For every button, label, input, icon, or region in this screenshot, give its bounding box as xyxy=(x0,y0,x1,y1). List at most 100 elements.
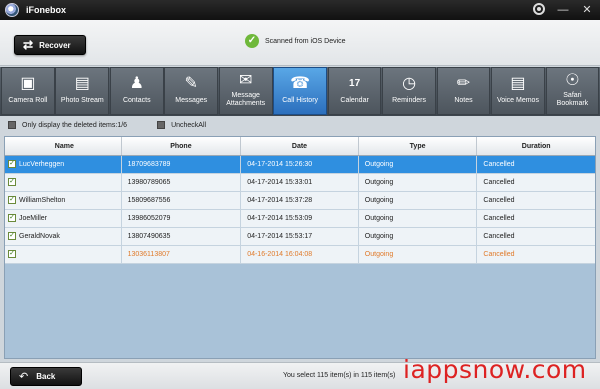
phone-cell: 15809687556 xyxy=(122,192,242,209)
table-row[interactable]: ✓ LucVerheggen 18709683789 04-17-2014 15:… xyxy=(5,156,595,174)
table-row[interactable]: ✓ 13980789065 04-17-2014 15:33:01 Outgoi… xyxy=(5,174,595,192)
row-checkbox[interactable]: ✓ xyxy=(8,178,16,187)
tab-calendar[interactable]: 17 Calendar xyxy=(327,67,382,115)
phone-cell: 18709683789 xyxy=(122,156,242,173)
recover-icon: ⇄ xyxy=(23,38,34,52)
app-window: iFonebox — ✕ ⇄ Recover ✓ Scanned from iO… xyxy=(0,0,600,389)
row-checkbox[interactable]: ✓ xyxy=(8,160,16,169)
row-checkbox[interactable]: ✓ xyxy=(8,232,16,241)
type-cell: Outgoing xyxy=(359,192,478,209)
message-icon: ✎ xyxy=(184,75,198,92)
settings-button[interactable] xyxy=(532,3,546,17)
calendar-icon: 17 xyxy=(349,78,361,89)
date-cell: 04-17-2014 15:53:17 xyxy=(241,228,359,245)
duration-cell: Cancelled xyxy=(483,215,515,222)
voice-memo-icon: ▤ xyxy=(510,75,526,92)
check-icon: ✓ xyxy=(245,34,259,48)
name-cell: ✓ xyxy=(5,246,122,263)
type-cell: Outgoing xyxy=(359,156,478,173)
column-header-phone[interactable]: Phone xyxy=(122,137,242,155)
header: ⇄ Recover ✓ Scanned from iOS Device xyxy=(0,20,600,66)
uncheck-all-label: UncheckAll xyxy=(171,121,207,129)
minimize-button[interactable]: — xyxy=(556,3,570,17)
tab-reminders[interactable]: ◷ Reminders xyxy=(382,67,436,115)
tab-contacts[interactable]: ♟ Contacts xyxy=(109,67,164,115)
back-arrow-icon: ↶ xyxy=(19,371,29,383)
tab-label: Photo Stream xyxy=(60,97,104,104)
table-row[interactable]: ✓ WilliamShelton 15809687556 04-17-2014 1… xyxy=(5,192,595,210)
close-button[interactable]: ✕ xyxy=(580,3,594,17)
phone-icon: ☎ xyxy=(290,75,311,92)
attachment-icon: ✉ xyxy=(238,72,253,89)
window-controls: — ✕ xyxy=(532,3,594,17)
date-cell: 04-17-2014 15:37:28 xyxy=(241,192,359,209)
name-text: JoeMiller xyxy=(19,215,48,222)
table-row[interactable]: ✓ 13036113807 04-16-2014 16:04:08 Outgoi… xyxy=(5,246,595,264)
recover-label: Recover xyxy=(39,40,71,50)
tab-label: Reminders xyxy=(392,97,426,104)
row-checkbox[interactable]: ✓ xyxy=(8,250,16,259)
clock-icon: ◷ xyxy=(402,75,417,92)
status-text: Scanned from iOS Device xyxy=(265,37,346,45)
table-row[interactable]: ✓ GeraldNovak 13807490635 04-17-2014 15:5… xyxy=(5,228,595,246)
type-cell: Outgoing xyxy=(359,246,478,263)
tab-label: Contacts xyxy=(122,97,151,104)
deleted-only-toggle[interactable]: Only display the deleted items:1/6 xyxy=(8,121,127,129)
deleted-only-checkbox[interactable] xyxy=(8,121,16,129)
tab-label: Voice Memos xyxy=(496,97,539,104)
settings-icon xyxy=(533,3,545,15)
phone-cell: 13036113807 xyxy=(122,246,242,263)
name-cell: ✓ LucVerheggen xyxy=(5,156,122,173)
name-text: WilliamShelton xyxy=(19,197,66,204)
scan-status: ✓ Scanned from iOS Device xyxy=(245,34,346,48)
uncheck-all-checkbox[interactable] xyxy=(157,121,166,129)
contact-icon: ♟ xyxy=(129,75,144,92)
type-cell: Outgoing xyxy=(359,228,478,245)
column-header-duration[interactable]: Duration xyxy=(477,137,595,155)
table-row[interactable]: ✓ JoeMiller 13986052079 04-17-2014 15:53:… xyxy=(5,210,595,228)
call-history-table: Name Phone Date Type Duration ✓ LucVerheg… xyxy=(4,136,596,359)
deleted-only-label: Only display the deleted items:1/6 xyxy=(22,121,128,129)
row-checkbox[interactable]: ✓ xyxy=(8,196,16,205)
category-toolbar: ▣ Camera Roll ▤ Photo Stream ♟ Contacts … xyxy=(0,67,600,116)
tab-notes[interactable]: ✏ Notes xyxy=(436,67,491,115)
tab-label: Call History xyxy=(282,97,319,104)
selection-count: You select 115 item(s) in 115 item(s) xyxy=(283,372,396,379)
tab-camera-roll[interactable]: ▣ Camera Roll xyxy=(1,67,55,115)
tab-label: Messages xyxy=(175,97,208,104)
type-cell: Outgoing xyxy=(359,174,478,191)
title-bar: iFonebox — ✕ xyxy=(0,0,600,20)
duration-cell: Cancelled xyxy=(483,179,515,186)
date-cell: 04-16-2014 16:04:08 xyxy=(241,246,359,263)
column-header-type[interactable]: Type xyxy=(359,137,478,155)
duration-cell: Cancelled xyxy=(483,197,515,204)
row-checkbox[interactable]: ✓ xyxy=(8,214,16,223)
camera-icon: ▣ xyxy=(20,75,36,92)
tab-photo-stream[interactable]: ▤ Photo Stream xyxy=(55,67,110,115)
tab-messages[interactable]: ✎ Messages xyxy=(164,67,219,115)
duration-cell: Cancelled xyxy=(483,233,515,240)
back-button[interactable]: ↶ Back xyxy=(10,367,82,386)
uncheck-all-toggle[interactable]: UncheckAll xyxy=(157,121,206,129)
phone-cell: 13986052079 xyxy=(122,210,242,227)
tab-call-history[interactable]: ☎ Call History xyxy=(273,67,328,115)
tab-safari-bookmark[interactable]: ☉ Safari Bookmark xyxy=(545,67,600,115)
name-cell: ✓ JoeMiller xyxy=(5,210,122,227)
column-header-name[interactable]: Name xyxy=(5,137,122,155)
tab-label: Camera Roll xyxy=(8,97,48,104)
date-cell: 04-17-2014 15:33:01 xyxy=(241,174,359,191)
tab-label: Message Attachments xyxy=(226,92,266,107)
column-header-date[interactable]: Date xyxy=(241,137,359,155)
name-cell: ✓ xyxy=(5,174,122,191)
watermark: iappsnow.com xyxy=(403,355,587,384)
date-cell: 04-17-2014 15:53:09 xyxy=(241,210,359,227)
photo-icon: ▤ xyxy=(74,75,90,92)
tab-message-attachments[interactable]: ✉ Message Attachments xyxy=(218,67,273,115)
tab-voice-memos[interactable]: ▤ Voice Memos xyxy=(491,67,545,115)
duration-cell: Cancelled xyxy=(483,161,515,168)
date-cell: 04-17-2014 15:26:30 xyxy=(241,156,359,173)
recover-button[interactable]: ⇄ Recover xyxy=(14,35,86,55)
tab-label: Safari Bookmark xyxy=(556,92,589,107)
phone-cell: 13807490635 xyxy=(122,228,242,245)
notes-icon: ✏ xyxy=(456,75,471,92)
